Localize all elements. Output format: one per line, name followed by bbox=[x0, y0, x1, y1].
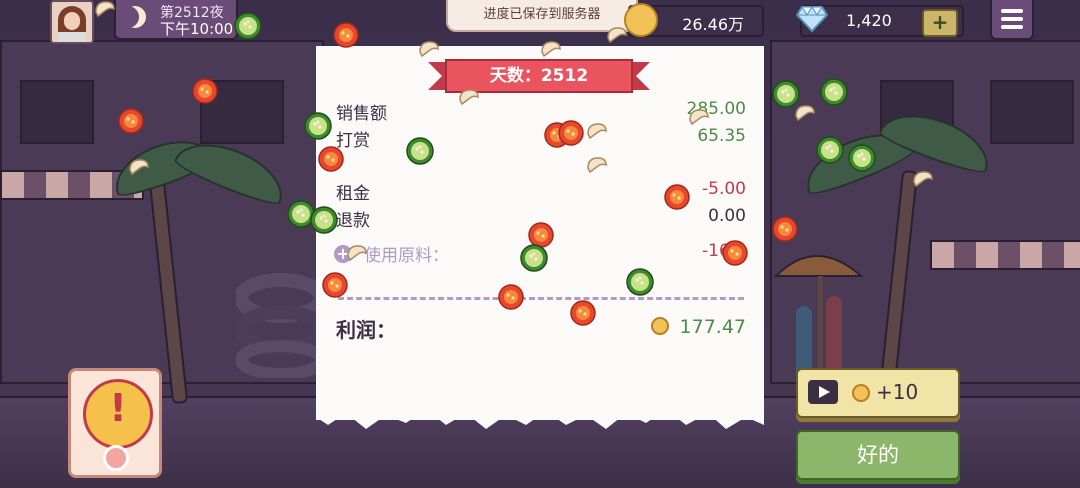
ok-button[interactable]: 好的 bbox=[796, 430, 960, 480]
refund-label: 退款 bbox=[336, 211, 370, 231]
profit-label: 利润： bbox=[336, 318, 396, 342]
coin-icon bbox=[852, 384, 870, 402]
menu-icon bbox=[1001, 9, 1023, 13]
refund-value: 0.00 bbox=[708, 206, 746, 226]
gem-value: 1,420 bbox=[846, 11, 892, 30]
jalapeno-slice-icon bbox=[310, 206, 338, 238]
jalapeno-slice-icon bbox=[234, 12, 262, 44]
profit-value: 177.47 bbox=[679, 316, 746, 338]
materials-label: 使用原料： bbox=[364, 246, 449, 266]
coin-icon bbox=[624, 3, 658, 37]
sales-label: 销售额 bbox=[336, 104, 387, 124]
tomato-slice-icon bbox=[333, 22, 359, 52]
beach-umbrella bbox=[773, 255, 864, 386]
divider bbox=[338, 297, 744, 300]
rent-label: 租金 bbox=[336, 184, 370, 204]
jalapeno-slice-icon bbox=[848, 144, 876, 176]
garlic-clove-icon bbox=[606, 26, 628, 48]
tomato-slice-icon bbox=[118, 108, 144, 138]
coin-counter: 26.46万 bbox=[624, 3, 764, 37]
alert-card[interactable]: ! bbox=[68, 368, 162, 478]
garlic-clove-icon bbox=[128, 158, 150, 180]
menu-button[interactable] bbox=[990, 0, 1034, 40]
player-avatar[interactable] bbox=[50, 0, 94, 44]
garlic-clove-icon bbox=[912, 170, 934, 192]
garlic-clove-icon bbox=[794, 104, 816, 126]
jalapeno-slice-icon bbox=[626, 268, 654, 300]
window bbox=[990, 80, 1074, 144]
garlic-clove-icon bbox=[418, 40, 440, 62]
rent-value: -5.00 bbox=[702, 179, 746, 199]
tomato-slice-icon bbox=[772, 216, 798, 246]
tomato-slice-icon bbox=[558, 120, 584, 150]
diamond-icon bbox=[796, 6, 828, 33]
garlic-clove-icon bbox=[586, 156, 608, 178]
tomato-slice-icon bbox=[192, 78, 218, 108]
video-play-icon bbox=[808, 380, 838, 404]
jalapeno-slice-icon bbox=[520, 244, 548, 276]
day-time-panel: 第2512夜 下午10:00 bbox=[114, 0, 238, 40]
receipt-torn-edge bbox=[316, 395, 764, 429]
moon-icon bbox=[124, 6, 146, 28]
coin-icon bbox=[651, 317, 669, 335]
jalapeno-slice-icon bbox=[406, 137, 434, 169]
notification-dot bbox=[103, 445, 129, 471]
swim-rings bbox=[236, 273, 326, 378]
garlic-clove-icon bbox=[94, 0, 116, 22]
ad-reward-amount: +10 bbox=[876, 380, 919, 404]
jalapeno-slice-icon bbox=[304, 112, 332, 144]
tomato-slice-icon bbox=[498, 284, 524, 314]
coin-value: 26.46万 bbox=[682, 15, 744, 34]
time-label: 下午10:00 bbox=[160, 20, 234, 38]
tomato-slice-icon bbox=[570, 300, 596, 330]
jalapeno-slice-icon bbox=[820, 78, 848, 110]
tomato-slice-icon bbox=[322, 272, 348, 302]
warning-icon: ! bbox=[83, 379, 153, 449]
tomato-slice-icon bbox=[318, 146, 344, 176]
watch-ad-reward-button[interactable]: +10 bbox=[796, 368, 960, 418]
garlic-clove-icon bbox=[540, 40, 562, 62]
garlic-clove-icon bbox=[688, 108, 710, 130]
gem-counter: 1,420 + bbox=[796, 5, 964, 37]
garlic-clove-icon bbox=[346, 244, 368, 266]
garlic-clove-icon bbox=[458, 88, 480, 110]
garlic-clove-icon bbox=[586, 122, 608, 144]
window bbox=[20, 80, 94, 144]
striped-awning bbox=[930, 240, 1080, 270]
buy-gems-button[interactable]: + bbox=[922, 9, 958, 37]
tomato-slice-icon bbox=[722, 240, 748, 270]
jalapeno-slice-icon bbox=[816, 136, 844, 168]
tomato-slice-icon bbox=[664, 184, 690, 214]
